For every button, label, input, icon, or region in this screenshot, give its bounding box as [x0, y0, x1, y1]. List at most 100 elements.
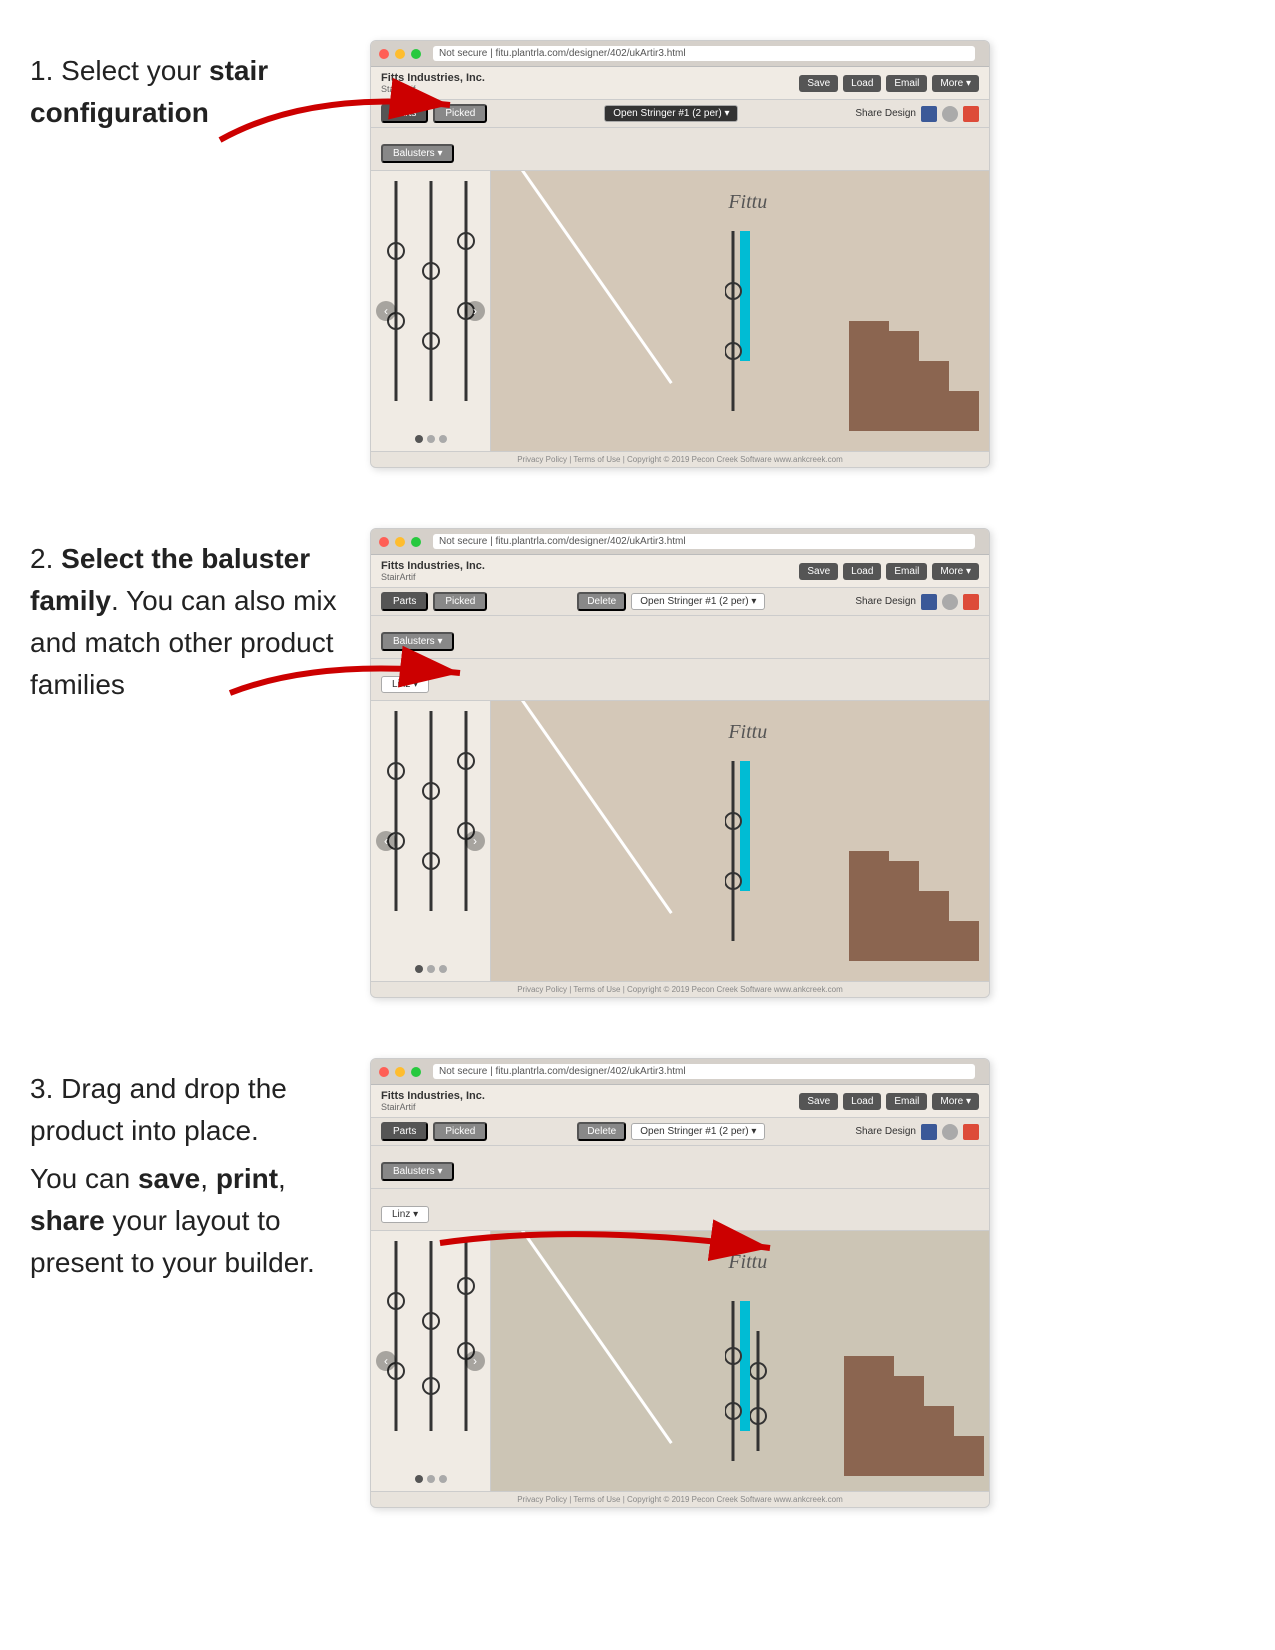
linz-btn-2[interactable]: Linz ▾ — [381, 676, 429, 693]
picked-tab-1[interactable]: Picked — [433, 104, 487, 123]
app-header-2: Fitts Industries, Inc. StairArtif Save L… — [371, 555, 989, 588]
min-dot-3 — [395, 1067, 405, 1077]
step-2-screenshot: Not secure | fitu.plantrla.com/designer/… — [370, 528, 1245, 998]
max-dot-1 — [411, 49, 421, 59]
step-2-text: 2. Select the baluster family. You can a… — [30, 528, 350, 710]
more-button-3[interactable]: More ▾ — [932, 1093, 979, 1110]
min-dot-1 — [395, 49, 405, 59]
toolbar-right-3: Share Design — [855, 1124, 979, 1140]
fitts-logo-3: Fittu — [728, 1251, 767, 1274]
app-content-2: ‹ › Fittu — [371, 701, 989, 981]
toolbar-left-3: Parts Picked — [381, 1122, 487, 1141]
linz-toolbar-2: Linz ▾ — [371, 659, 989, 701]
app-content-3: ‹ › Fittu — [371, 1231, 989, 1491]
app-toolbar-1: Parts Picked Open Stringer #1 (2 per) ▾ … — [371, 100, 989, 128]
dots-row-2 — [415, 965, 447, 973]
nav-arrow-left-1[interactable]: ‹ — [376, 301, 396, 321]
step-3-screenshot: Not secure | fitu.plantrla.com/designer/… — [370, 1058, 1245, 1508]
stringer-dropdown-1[interactable]: Open Stringer #1 (2 per) ▾ — [604, 105, 738, 122]
dot-2-3 — [439, 965, 447, 973]
baluster-panel-2: ‹ › — [371, 701, 491, 981]
social-icon-2-1 — [942, 106, 958, 122]
more-button-2[interactable]: More ▾ — [932, 563, 979, 580]
email-button-1[interactable]: Email — [886, 75, 927, 92]
delete-button-2[interactable]: Delete — [577, 592, 626, 611]
handrail-1 — [521, 171, 673, 384]
linz-btn-3[interactable]: Linz ▾ — [381, 1206, 429, 1223]
app-buttons-2: Save Load Email More ▾ — [799, 563, 979, 580]
google-icon-1 — [963, 106, 979, 122]
app-header-3: Fitts Industries, Inc. StairArtif Save L… — [371, 1085, 989, 1118]
facebook-icon-3 — [921, 1124, 937, 1140]
nav-arrow-right-3[interactable]: › — [465, 1351, 485, 1371]
google-icon-3 — [963, 1124, 979, 1140]
delete-button-3[interactable]: Delete — [577, 1122, 626, 1141]
more-button-1[interactable]: More ▾ — [932, 75, 979, 92]
stair-steps-3 — [844, 1356, 984, 1476]
app-logo-1: Fitts Industries, Inc. StairArtif — [381, 72, 485, 94]
parts-tab-3[interactable]: Parts — [381, 1122, 428, 1141]
baluster-items-svg-1 — [371, 171, 491, 411]
save-button-3[interactable]: Save — [799, 1093, 838, 1110]
share-label-2: Share Design — [855, 596, 916, 607]
nav-arrow-left-3[interactable]: ‹ — [376, 1351, 396, 1371]
baluster-panel-3: ‹ › — [371, 1231, 491, 1491]
stair-baluster-2 — [725, 761, 755, 941]
balusters-toolbar-1: Balusters ▾ — [371, 128, 989, 171]
handrail-2 — [521, 701, 673, 914]
app-content-1: ‹ › Fittu — [371, 171, 989, 451]
balusters-btn-3[interactable]: Balusters ▾ — [381, 1162, 454, 1181]
app-buttons-1: Save Load Email More ▾ — [799, 75, 979, 92]
step-2-section: 2. Select the baluster family. You can a… — [30, 528, 1245, 998]
parts-tab-2[interactable]: Parts — [381, 592, 428, 611]
save-button-2[interactable]: Save — [799, 563, 838, 580]
balusters-btn-2[interactable]: Balusters ▾ — [381, 632, 454, 651]
share-label-3: Share Design — [855, 1126, 916, 1137]
toolbar-right-1: Share Design — [855, 106, 979, 122]
fitts-logo-1: Fittu — [728, 191, 767, 214]
nav-arrow-right-2[interactable]: › — [465, 831, 485, 851]
dot-3-3 — [439, 1475, 447, 1483]
browser-chrome-2: Not secure | fitu.plantrla.com/designer/… — [371, 529, 989, 555]
close-dot-3 — [379, 1067, 389, 1077]
picked-tab-3[interactable]: Picked — [433, 1122, 487, 1141]
app-header-1: Fitts Industries, Inc. StairArtif Save L… — [371, 67, 989, 100]
load-button-3[interactable]: Load — [843, 1093, 881, 1110]
picked-tab-2[interactable]: Picked — [433, 592, 487, 611]
fitts-logo-2: Fittu — [728, 721, 767, 744]
parts-tab-1[interactable]: Parts — [381, 104, 428, 123]
app-toolbar-3: Parts Picked Delete Open Stringer #1 (2 … — [371, 1118, 989, 1146]
email-button-2[interactable]: Email — [886, 563, 927, 580]
app-footer-2: Privacy Policy | Terms of Use | Copyrigh… — [371, 981, 989, 997]
app-logo-sub-2: StairArtif — [381, 572, 485, 582]
balusters-btn-1[interactable]: Balusters ▾ — [381, 144, 454, 163]
social-icon-2-3 — [942, 1124, 958, 1140]
stair-preview-2: Fittu — [491, 701, 989, 981]
email-button-3[interactable]: Email — [886, 1093, 927, 1110]
dot-2-1 — [415, 965, 423, 973]
save-button-1[interactable]: Save — [799, 75, 838, 92]
app-logo-2: Fitts Industries, Inc. StairArtif — [381, 560, 485, 582]
step-3-text: 3. Drag and drop the product into place.… — [30, 1058, 350, 1288]
app-buttons-3: Save Load Email More ▾ — [799, 1093, 979, 1110]
linz-toolbar-3: Linz ▾ — [371, 1189, 989, 1231]
app-logo-text-3: Fitts Industries, Inc. — [381, 1090, 485, 1102]
load-button-1[interactable]: Load — [843, 75, 881, 92]
google-icon-2 — [963, 594, 979, 610]
stair-preview-1: Fittu — [491, 171, 989, 451]
dot-3-2 — [427, 1475, 435, 1483]
stringer-dropdown-2[interactable]: Open Stringer #1 (2 per) ▾ — [631, 593, 765, 610]
browser-url-3: Not secure | fitu.plantrla.com/designer/… — [433, 1064, 975, 1079]
facebook-icon-1 — [921, 106, 937, 122]
close-dot-2 — [379, 537, 389, 547]
nav-arrow-right-1[interactable]: › — [465, 301, 485, 321]
dot-2 — [427, 435, 435, 443]
app-logo-sub-1: StairArtif — [381, 84, 485, 94]
stair-baluster-1 — [725, 231, 755, 411]
load-button-2[interactable]: Load — [843, 563, 881, 580]
step-1-screenshot: Not secure | fitu.plantrla.com/designer/… — [370, 40, 1245, 468]
stringer-dropdown-3[interactable]: Open Stringer #1 (2 per) ▾ — [631, 1123, 765, 1140]
nav-arrow-left-2[interactable]: ‹ — [376, 831, 396, 851]
toolbar-center-3: Delete Open Stringer #1 (2 per) ▾ — [577, 1122, 765, 1141]
app-toolbar-2: Parts Picked Delete Open Stringer #1 (2 … — [371, 588, 989, 616]
